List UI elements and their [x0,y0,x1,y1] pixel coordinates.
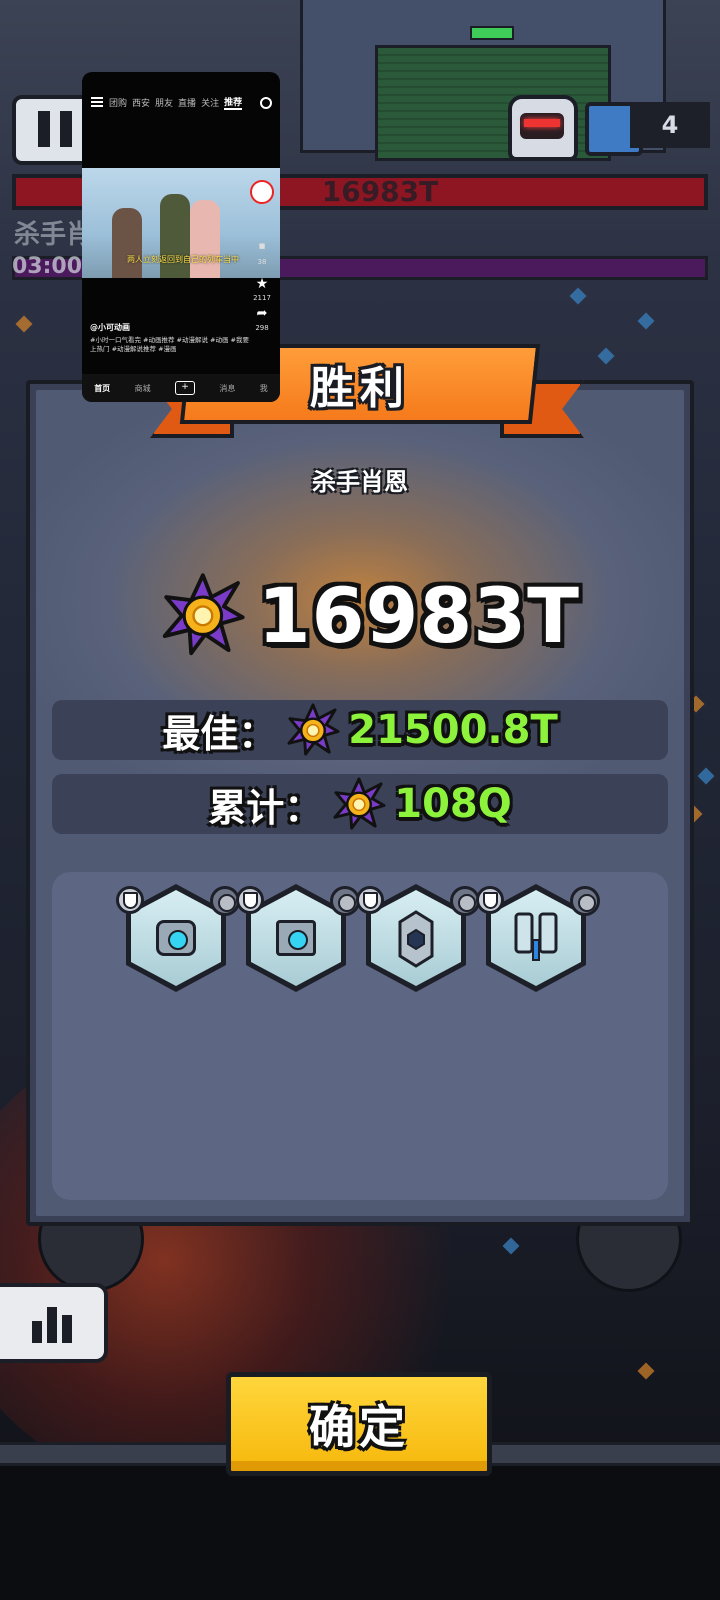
menu-icon[interactable] [91,97,103,107]
stats-button[interactable] [0,1283,108,1363]
boss-icon [508,95,578,161]
nav-mall[interactable]: 商城 [135,383,151,394]
bar-chart-icon [32,1321,42,1343]
video-top-tabs: 团购 西安 朋友 直播 关注 推荐 [82,94,280,110]
gem-icon [697,767,715,785]
ground [0,1466,720,1600]
nav-messages[interactable]: 消息 [219,383,235,394]
like-icon[interactable]: ★ [250,276,274,292]
door-light [470,26,514,40]
character-figure [112,208,142,278]
shield-icon [236,886,264,914]
equipment-item-twin-cannon[interactable] [476,880,600,992]
like-count: 2117 [253,294,271,302]
timer-text: 03:00 [12,254,83,279]
total-score-label: 累计： [208,785,323,830]
equipment-item-laser-core[interactable] [236,880,360,992]
nav-me[interactable]: 我 [260,383,268,394]
tab-item[interactable]: 关注 [201,96,219,109]
bar-chart-icon [62,1315,72,1343]
share-icon[interactable]: ➦ [250,306,274,321]
comment-icon[interactable]: ■ [250,242,274,250]
total-score-value: 108Q [394,781,512,827]
video-bottom-nav: 首页 商城 + 消息 我 [82,374,280,402]
damage-score-value: 16983T [257,570,580,660]
shield-icon [116,886,144,914]
gem-icon [637,1362,655,1380]
comment-count: 38 [257,258,267,266]
video-author[interactable]: @小可动画 [90,322,130,333]
creator-avatar[interactable] [250,180,274,204]
chip-badge-icon [570,886,600,916]
best-score-row: 最佳： 21500.8T [52,700,668,760]
gem-icon [637,312,655,330]
burst-icon [333,777,386,830]
boss-hp-text: 16983T [321,175,439,208]
floating-video-window[interactable]: 团购 西安 朋友 直播 关注 推荐 两人立刻返回到自己的列车当中 ■ 38 ★ … [82,72,280,402]
search-icon[interactable] [260,97,272,109]
nav-create[interactable]: + [174,381,195,395]
tab-item[interactable]: 西安 [132,96,150,109]
total-score-row: 累计： 108Q [52,774,668,834]
gem-icon [597,347,615,365]
tab-item-active[interactable]: 推荐 [224,95,243,110]
twin-cannon-icon [514,912,558,961]
tab-item[interactable]: 直播 [178,96,196,109]
bar-chart-icon [47,1307,57,1343]
turret-core-icon [156,920,196,956]
damage-score: 16983T [160,560,580,670]
defeated-boss-name: 杀手肖恩 [312,468,408,496]
equipment-item-armor-plate[interactable] [356,880,480,992]
gem-icon [569,287,587,305]
shield-icon [356,886,384,914]
tab-item[interactable]: 团购 [109,96,127,109]
video-subtitle: 两人立刻返回到自己的列车当中 [127,255,239,264]
nav-home[interactable]: 首页 [94,383,110,394]
character-figure [190,200,220,278]
gem-icon [15,315,33,333]
armor-plate-icon [398,910,434,968]
equipment-item-turret-core[interactable] [116,880,240,992]
laser-core-icon [276,920,316,956]
best-score-value: 21500.8T [348,707,558,753]
gem-icon [502,1237,520,1255]
tab-item[interactable]: 朋友 [155,96,173,109]
best-score-label: 最佳： [162,711,277,756]
character-figure [160,194,190,278]
burst-icon [287,703,340,756]
shield-icon [476,886,504,914]
chest-count: 4 [630,102,710,148]
confirm-button[interactable]: 确定 [226,1372,492,1476]
share-count: 298 [255,324,269,332]
video-description: #小时一口气看完 #动画推荐 #动漫解说 #动画 #我要上热门 #动漫解说推荐 … [90,336,249,353]
burst-icon [162,573,245,656]
